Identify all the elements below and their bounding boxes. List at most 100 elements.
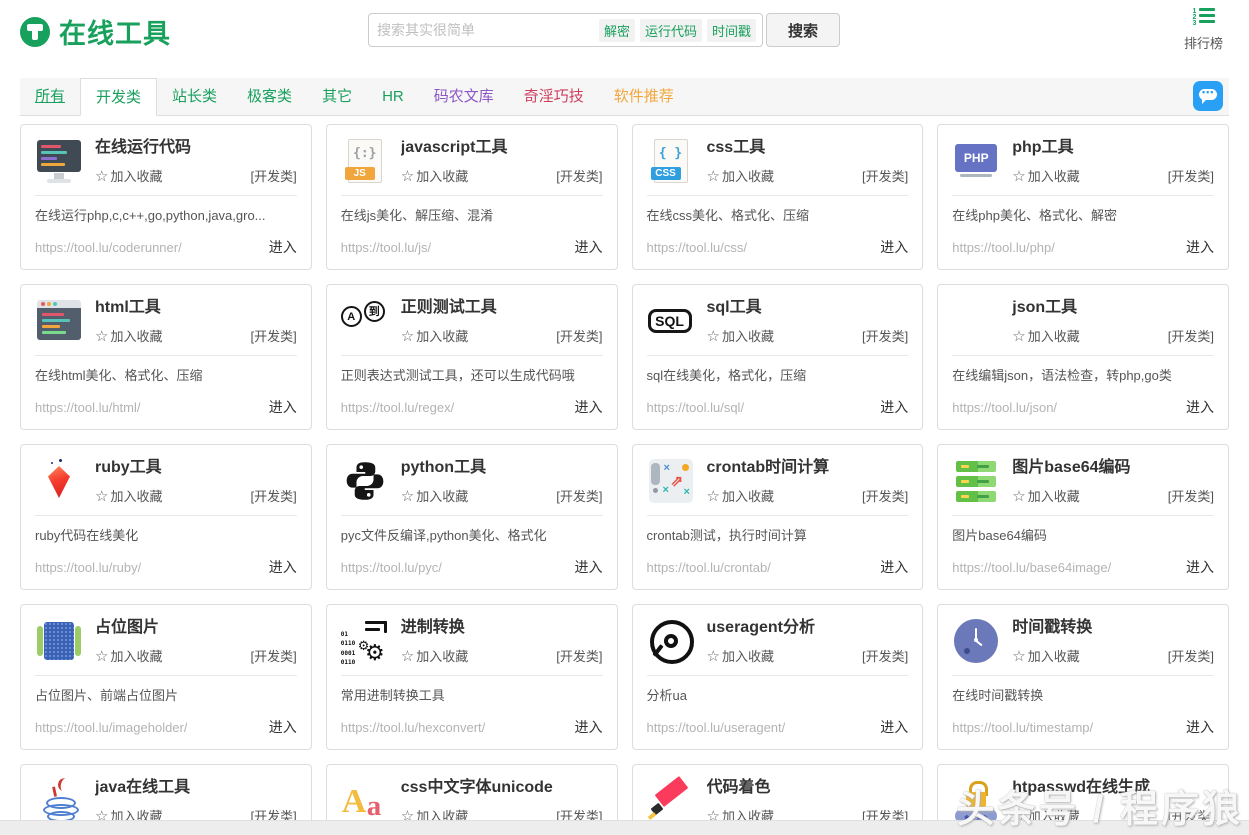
add-favorite-link[interactable]: ☆加入收藏 [401,646,468,665]
add-favorite-link[interactable]: ☆加入收藏 [95,486,162,505]
add-favorite-link[interactable]: ☆加入收藏 [1012,166,1079,185]
tool-title[interactable]: 正则测试工具 [401,297,603,319]
add-favorite-link[interactable]: ☆加入收藏 [1012,486,1079,505]
tool-url-link[interactable]: https://tool.lu/js/ [341,240,431,255]
tool-card: html工具☆加入收藏[开发类]在线html美化、格式化、压缩https://t… [20,284,312,430]
tab-webmaster[interactable]: 站长类 [157,78,232,115]
tool-url-link[interactable]: https://tool.lu/sql/ [647,400,745,415]
tool-url-link[interactable]: https://tool.lu/imageholder/ [35,720,187,735]
add-favorite-link[interactable]: ☆加入收藏 [707,166,774,185]
java-icon [35,777,83,825]
search-button[interactable]: 搜索 [766,13,840,47]
search-box[interactable]: 解密 运行代码 时间戳 [368,13,763,47]
enter-link[interactable]: 进入 [575,237,603,257]
tool-title[interactable]: 代码着色 [707,777,909,799]
tool-url-link[interactable]: https://tool.lu/timestamp/ [952,720,1093,735]
enter-link[interactable]: 进入 [575,557,603,577]
tool-url-link[interactable]: https://tool.lu/json/ [952,400,1057,415]
tool-title[interactable]: css中文字体unicode [401,777,603,799]
enter-link[interactable]: 进入 [269,397,297,417]
tool-title[interactable]: ruby工具 [95,457,297,479]
tab-tricks[interactable]: 奇淫巧技 [509,78,599,115]
tool-url-link[interactable]: https://tool.lu/regex/ [341,400,454,415]
enter-link[interactable]: 进入 [269,237,297,257]
tool-card: json工具☆加入收藏[开发类]在线编辑json，语法检查，转php,go类ht… [937,284,1229,430]
add-favorite-link[interactable]: ☆加入收藏 [1012,326,1079,345]
tool-description: 在线时间戳转换 [952,685,1214,704]
tool-title[interactable]: 图片base64编码 [1012,457,1214,479]
card-divider [341,195,603,196]
category-label: [开发类] [862,646,908,665]
tool-url-link[interactable]: https://tool.lu/coderunner/ [35,240,182,255]
enter-link[interactable]: 进入 [880,557,908,577]
search-input[interactable] [375,21,594,39]
tool-title[interactable]: 在线运行代码 [95,137,297,159]
tab-coder-docs[interactable]: 码农文库 [419,78,509,115]
add-favorite-link[interactable]: ☆加入收藏 [1012,646,1079,665]
add-favorite-link[interactable]: ☆加入收藏 [707,486,774,505]
tab-all[interactable]: 所有 [20,78,80,115]
add-favorite-link[interactable]: ☆加入收藏 [95,646,162,665]
add-favorite-link[interactable]: ☆加入收藏 [95,166,162,185]
ranking-link[interactable]: 1 2 3 排行榜 [1184,8,1223,52]
enter-link[interactable]: 进入 [1186,557,1214,577]
tool-card: SQLsql工具☆加入收藏[开发类]sql在线美化，格式化，压缩https://… [632,284,924,430]
add-favorite-link[interactable]: ☆加入收藏 [95,326,162,345]
tab-hr[interactable]: HR [367,78,419,115]
tool-title[interactable]: useragent分析 [707,617,909,639]
enter-link[interactable]: 进入 [575,717,603,737]
tools-grid: 在线运行代码☆加入收藏[开发类]在线运行php,c,c++,go,python,… [20,124,1229,835]
tab-software[interactable]: 软件推荐 [599,78,689,115]
tool-url-link[interactable]: https://tool.lu/php/ [952,240,1055,255]
tool-url-link[interactable]: https://tool.lu/useragent/ [647,720,786,735]
ranking-label: 排行榜 [1184,33,1223,52]
enter-link[interactable]: 进入 [880,717,908,737]
add-favorite-link[interactable]: ☆加入收藏 [707,646,774,665]
add-favorite-link[interactable]: ☆加入收藏 [401,166,468,185]
enter-link[interactable]: 进入 [575,397,603,417]
site-logo[interactable]: 在线工具 [20,12,171,51]
tool-title[interactable]: sql工具 [707,297,909,319]
enter-link[interactable]: 进入 [1186,397,1214,417]
quick-link-timestamp[interactable]: 时间戳 [707,19,756,42]
tab-other[interactable]: 其它 [307,78,367,115]
tool-title[interactable]: java在线工具 [95,777,297,799]
tool-url-link[interactable]: https://tool.lu/pyc/ [341,560,442,575]
tool-title[interactable]: 时间戳转换 [1012,617,1214,639]
add-favorite-link[interactable]: ☆加入收藏 [401,326,468,345]
tool-title[interactable]: javascript工具 [401,137,603,159]
enter-link[interactable]: 进入 [269,557,297,577]
tool-url-link[interactable]: https://tool.lu/hexconvert/ [341,720,486,735]
enter-link[interactable]: 进入 [880,237,908,257]
star-icon: ☆ [707,327,720,345]
tool-title[interactable]: crontab时间计算 [707,457,909,479]
enter-link[interactable]: 进入 [880,397,908,417]
tool-url-link[interactable]: https://tool.lu/crontab/ [647,560,771,575]
tool-title[interactable]: json工具 [1012,297,1214,319]
tool-url-link[interactable]: https://tool.lu/base64image/ [952,560,1111,575]
quick-link-coderunner[interactable]: 运行代码 [640,19,702,42]
card-divider [35,675,297,676]
tool-url-link[interactable]: https://tool.lu/ruby/ [35,560,141,575]
tool-description: 在线js美化、解压缩、混淆 [341,205,603,224]
enter-link[interactable]: 进入 [269,717,297,737]
tool-url-link[interactable]: https://tool.lu/html/ [35,400,141,415]
tool-card: 01 0110 0001 0110⚙⚙进制转换☆加入收藏[开发类]常用进制转换工… [326,604,618,750]
tool-title[interactable]: python工具 [401,457,603,479]
tool-title[interactable]: html工具 [95,297,297,319]
tool-card: A到正则测试工具☆加入收藏[开发类]正则表达式测试工具，还可以生成代码哦http… [326,284,618,430]
tool-title[interactable]: 占位图片 [95,617,297,639]
enter-link[interactable]: 进入 [1186,717,1214,737]
quick-link-decrypt[interactable]: 解密 [599,19,635,42]
enter-link[interactable]: 进入 [1186,237,1214,257]
add-favorite-link[interactable]: ☆加入收藏 [401,486,468,505]
tool-title[interactable]: css工具 [707,137,909,159]
tool-title[interactable]: php工具 [1012,137,1214,159]
add-favorite-link[interactable]: ☆加入收藏 [707,326,774,345]
tool-title[interactable]: 进制转换 [401,617,603,639]
tab-geek[interactable]: 极客类 [232,78,307,115]
tool-url-link[interactable]: https://tool.lu/css/ [647,240,747,255]
category-label: [开发类] [556,486,602,505]
feedback-chat-icon[interactable]: ••• [1193,81,1223,111]
tab-dev[interactable]: 开发类 [80,78,157,116]
